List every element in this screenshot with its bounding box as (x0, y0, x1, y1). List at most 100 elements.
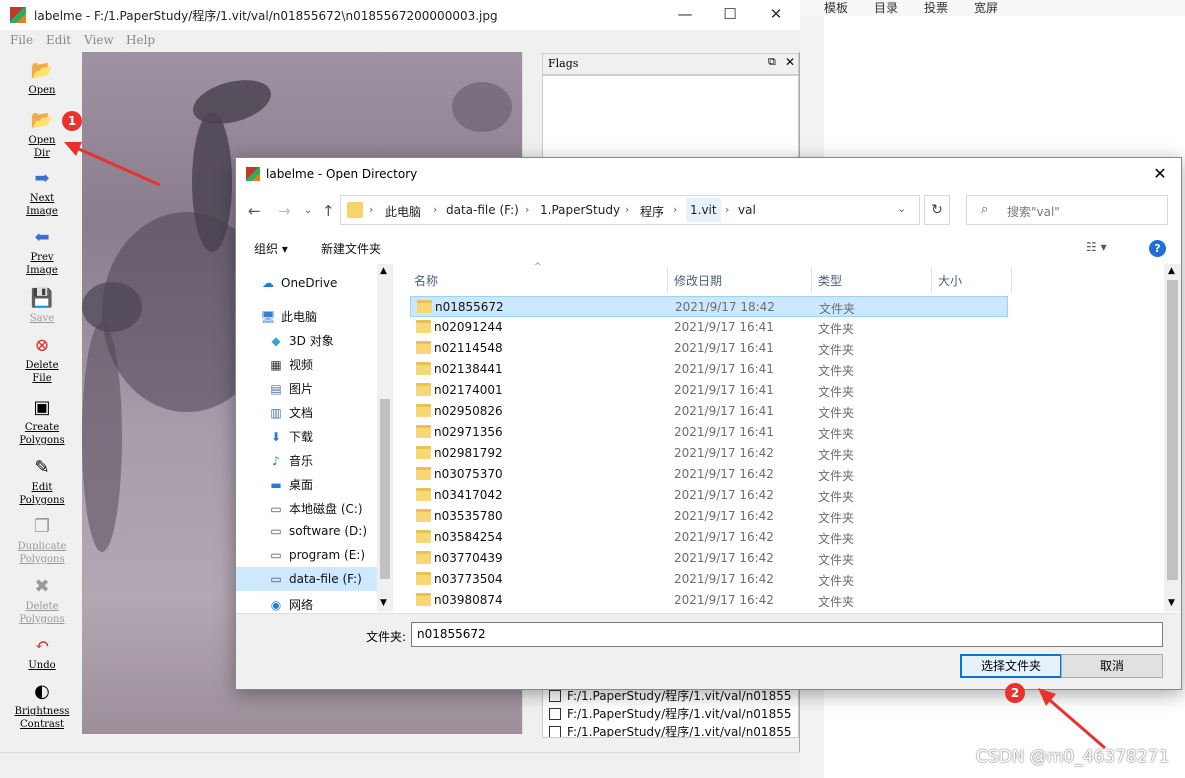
nav-item-4[interactable]: ▤ 图片 (268, 380, 313, 397)
tool-next-image-button[interactable]: ➡ Next Image (3, 168, 81, 218)
column-divider[interactable] (1011, 266, 1012, 294)
new-folder-button[interactable]: 新建文件夹 (321, 240, 381, 257)
cancel-button[interactable]: 取消 (1061, 654, 1163, 678)
refresh-button[interactable]: ↻ (924, 195, 950, 225)
nav-item-11[interactable]: ▭ program (E:) (268, 548, 365, 562)
folder-name-input[interactable]: n01855672 (411, 622, 1163, 647)
nav-item-8[interactable]: ▬ 桌面 (268, 476, 313, 493)
chevron-down-icon[interactable]: ⌄ (897, 202, 906, 215)
checkbox[interactable] (549, 690, 561, 702)
dialog-close-button[interactable]: ✕ (1148, 164, 1172, 184)
view-options-icon[interactable]: ☷ ▾ (1086, 240, 1107, 254)
nav-item-0[interactable]: ☁ OneDrive (260, 276, 337, 290)
forward-arrow-icon[interactable]: → (278, 202, 291, 220)
minimize-button[interactable]: — (662, 4, 708, 26)
select-folder-button[interactable]: 选择文件夹 (960, 654, 1062, 678)
column-name[interactable]: 名称 (414, 272, 438, 289)
canvas-horizontal-scrollbar[interactable] (82, 734, 522, 751)
folder-row[interactable]: n03770439 2021/9/17 16:42 文件夹 (410, 548, 1008, 569)
menu-file[interactable]: File (10, 33, 33, 47)
search-box[interactable]: ⌕ 搜索"val" (966, 195, 1168, 225)
checkbox[interactable] (549, 708, 561, 720)
nav-item-1[interactable]: 🖥 此电脑 (260, 308, 317, 325)
tool-edit-polygons-button[interactable]: ✎ Edit Polygons (3, 457, 81, 507)
breadcrumb-drive-f[interactable]: data-file (F:) (446, 203, 519, 217)
chevron-right-icon[interactable]: › (433, 203, 437, 216)
chevron-right-icon[interactable]: › (725, 203, 729, 216)
breadcrumb-program[interactable]: 程序 (640, 203, 664, 220)
close-dock-icon[interactable]: ✕ (785, 55, 795, 69)
list-scrollbar[interactable]: ▲ ▼ (1164, 264, 1181, 612)
up-arrow-icon[interactable]: ↑ (322, 202, 335, 220)
checkbox[interactable] (549, 726, 561, 737)
recent-chevron-icon[interactable]: ⌄ (304, 205, 312, 216)
tool-prev-image-button[interactable]: ⬅ Prev Image (3, 227, 81, 277)
folder-row[interactable]: n02950826 2021/9/17 16:41 文件夹 (410, 401, 1008, 422)
scroll-down-icon[interactable]: ▼ (380, 598, 387, 608)
menu-toc[interactable]: 目录 (874, 0, 898, 16)
chevron-right-icon[interactable]: › (525, 203, 529, 216)
tool-create-polygons-button[interactable]: ▣ Create Polygons (3, 397, 81, 447)
chevron-right-icon[interactable]: › (625, 203, 629, 216)
organize-button[interactable]: 组织 ▾ (254, 240, 288, 257)
chevron-right-icon[interactable]: › (673, 203, 677, 216)
column-size[interactable]: 大小 (938, 272, 962, 289)
scroll-thumb[interactable] (1167, 280, 1178, 580)
tool-delete-file-button[interactable]: ⊗ Delete File (3, 335, 81, 385)
tool-open-button[interactable]: 📂 Open (3, 60, 81, 97)
folder-row[interactable]: n02114548 2021/9/17 16:41 文件夹 (410, 338, 1008, 359)
folder-row[interactable]: n03584254 2021/9/17 16:42 文件夹 (410, 527, 1008, 548)
back-arrow-icon[interactable]: ← (248, 202, 261, 220)
breadcrumb-paperstudy[interactable]: 1.PaperStudy (540, 203, 620, 217)
file-list-item[interactable]: F:/1.PaperStudy/程序/1.vit/val/n01855 (549, 705, 791, 722)
breadcrumb-val[interactable]: val (738, 203, 756, 217)
folder-row[interactable]: n03075370 2021/9/17 16:42 文件夹 (410, 464, 1008, 485)
nav-item-10[interactable]: ▭ software (D:) (268, 524, 367, 538)
address-bar[interactable]: › 此电脑 › data-file (F:) › 1.PaperStudy › … (340, 195, 920, 225)
nav-item-5[interactable]: ▥ 文档 (268, 404, 313, 421)
breadcrumb-this-pc[interactable]: 此电脑 (385, 203, 421, 220)
nav-item-13[interactable]: ◉ 网络 (268, 596, 313, 612)
nav-item-9[interactable]: ▭ 本地磁盘 (C:) (268, 500, 362, 517)
navigation-scrollbar[interactable]: ▲ ▼ (377, 264, 393, 612)
column-divider[interactable] (667, 266, 668, 294)
folder-row[interactable]: n02981792 2021/9/17 16:42 文件夹 (410, 443, 1008, 464)
nav-item-12[interactable]: ▭ data-file (F:) (236, 567, 378, 591)
nav-item-6[interactable]: ⬇ 下载 (268, 428, 313, 445)
maximize-button[interactable]: ☐ (707, 4, 753, 26)
menu-vote[interactable]: 投票 (924, 0, 948, 16)
folder-row[interactable]: n02174001 2021/9/17 16:41 文件夹 (410, 380, 1008, 401)
chevron-right-icon[interactable]: › (369, 203, 373, 216)
menu-edit[interactable]: Edit (46, 33, 71, 47)
folder-row[interactable]: n03535780 2021/9/17 16:42 文件夹 (410, 506, 1008, 527)
close-button[interactable]: ✕ (753, 4, 799, 26)
help-icon[interactable]: ? (1149, 240, 1166, 257)
tool-brightness-contrast-button[interactable]: ◐ Brightness Contrast (3, 681, 81, 731)
column-type[interactable]: 类型 (818, 272, 842, 289)
scroll-thumb[interactable] (380, 399, 390, 579)
folder-row[interactable]: n01855672 2021/9/17 18:42 文件夹 (410, 296, 1008, 317)
scroll-up-icon[interactable]: ▲ (1168, 266, 1175, 276)
menu-widescreen[interactable]: 宽屏 (974, 0, 998, 16)
folder-row[interactable]: n03980874 2021/9/17 16:42 文件夹 (410, 590, 1008, 611)
tool-save-button[interactable]: 💾 Save (3, 288, 81, 325)
nav-item-3[interactable]: ▦ 视频 (268, 356, 313, 373)
folder-row[interactable]: n02091244 2021/9/17 16:41 文件夹 (410, 317, 1008, 338)
menu-template[interactable]: 模板 (824, 0, 848, 16)
column-date[interactable]: 修改日期 (674, 272, 722, 289)
tool-duplicate-polygons-button[interactable]: ❐ Duplicate Polygons (3, 516, 81, 566)
menu-view[interactable]: View (84, 33, 114, 47)
nav-item-2[interactable]: ◆ 3D 对象 (268, 332, 333, 349)
file-list-item[interactable]: F:/1.PaperStudy/程序/1.vit/val/n01855 (549, 723, 791, 737)
breadcrumb-vit[interactable]: 1.vit (686, 198, 721, 222)
folder-row[interactable]: n02138441 2021/9/17 16:41 文件夹 (410, 359, 1008, 380)
tool-delete-polygons-button[interactable]: ✖ Delete Polygons (3, 576, 81, 626)
folder-row[interactable]: n02971356 2021/9/17 16:41 文件夹 (410, 422, 1008, 443)
scroll-down-icon[interactable]: ▼ (1168, 598, 1175, 608)
column-divider[interactable] (811, 266, 812, 294)
nav-item-7[interactable]: ♪ 音乐 (268, 452, 313, 469)
folder-row[interactable]: n03417042 2021/9/17 16:42 文件夹 (410, 485, 1008, 506)
menu-help[interactable]: Help (126, 33, 155, 47)
float-dock-icon[interactable]: ⧉ (768, 55, 776, 69)
tool-undo-button[interactable]: ↶ Undo (3, 635, 81, 672)
